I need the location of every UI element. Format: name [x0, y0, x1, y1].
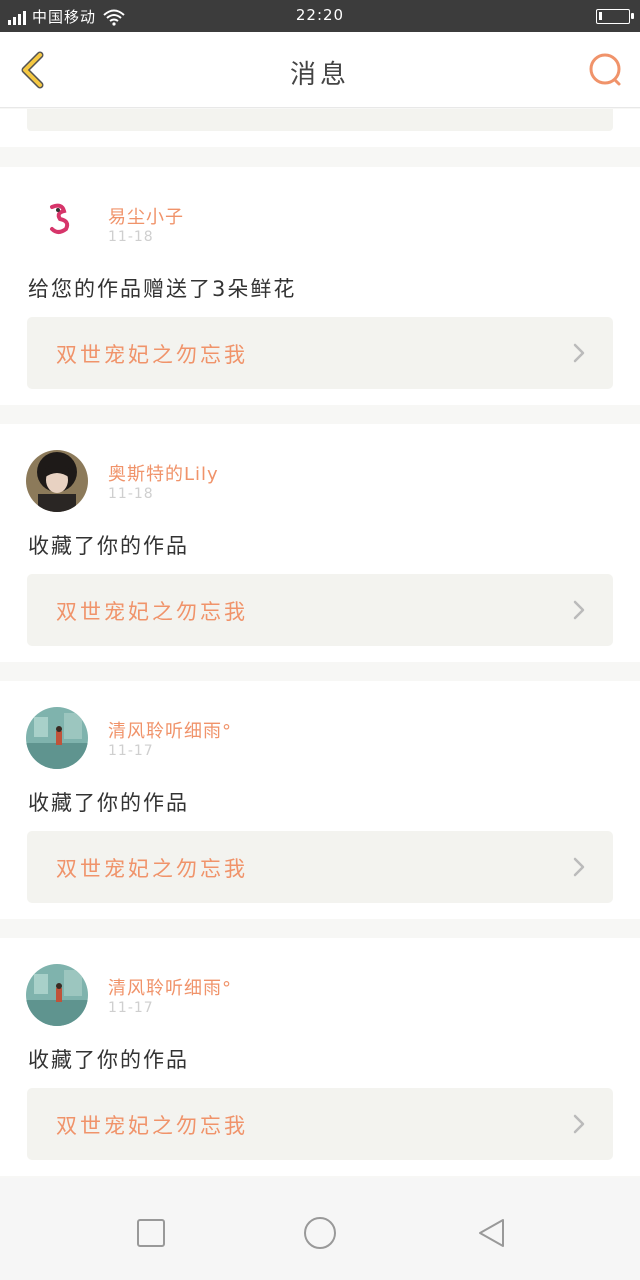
work-title: 双世宠妃之勿忘我 — [56, 343, 248, 367]
nav-bar: 消息 — [0, 32, 640, 108]
avatar[interactable] — [26, 707, 88, 769]
username[interactable]: 清风聆听细雨° — [108, 717, 232, 743]
message-date: 11-17 — [108, 743, 154, 759]
message-card: 易尘小子 11-18 给您的作品赠送了3朵鲜花 双世宠妃之勿忘我 — [0, 167, 640, 405]
avatar[interactable] — [26, 964, 88, 1026]
system-nav-bar — [0, 1178, 640, 1280]
work-link[interactable]: 双世宠妃之勿忘我 — [27, 317, 613, 389]
message-card-partial — [0, 109, 640, 147]
username[interactable]: 清风聆听细雨° — [108, 974, 232, 1000]
avatar[interactable] — [26, 193, 88, 255]
page-title: 消息 — [289, 60, 350, 90]
work-link[interactable]: 双世宠妃之勿忘我 — [27, 574, 613, 646]
chevron-right-icon — [573, 343, 585, 363]
work-title: 双世宠妃之勿忘我 — [56, 600, 248, 624]
status-bar: 中国移动 22:20 — [0, 0, 640, 32]
message-date: 11-18 — [108, 229, 154, 245]
work-title: 双世宠妃之勿忘我 — [56, 857, 248, 881]
avatar[interactable] — [26, 450, 88, 512]
battery-level — [599, 12, 602, 20]
message-text: 给您的作品赠送了3朵鲜花 — [28, 277, 297, 301]
back-triangle-icon[interactable] — [476, 1218, 506, 1248]
chevron-right-icon — [573, 857, 585, 877]
username[interactable]: 易尘小子 — [108, 203, 184, 229]
work-title: 双世宠妃之勿忘我 — [56, 1114, 248, 1138]
recent-apps-icon[interactable] — [136, 1218, 166, 1248]
message-card: 清风聆听细雨° 11-17 收藏了你的作品 双世宠妃之勿忘我 — [0, 681, 640, 919]
chevron-right-icon — [573, 1114, 585, 1134]
status-time: 22:20 — [295, 6, 345, 24]
search-icon[interactable] — [586, 50, 626, 90]
message-list[interactable]: 易尘小子 11-18 给您的作品赠送了3朵鲜花 双世宠妃之勿忘我 奥斯特的Lil… — [0, 109, 640, 1177]
work-link-partial[interactable] — [27, 109, 613, 131]
work-link[interactable]: 双世宠妃之勿忘我 — [27, 831, 613, 903]
message-text: 收藏了你的作品 — [28, 791, 189, 815]
home-icon[interactable] — [303, 1216, 337, 1250]
work-link[interactable]: 双世宠妃之勿忘我 — [27, 1088, 613, 1160]
chevron-right-icon — [573, 600, 585, 620]
message-card: 清风聆听细雨° 11-17 收藏了你的作品 双世宠妃之勿忘我 — [0, 938, 640, 1176]
username[interactable]: 奥斯特的Lily — [108, 460, 219, 486]
message-date: 11-17 — [108, 1000, 154, 1016]
message-card: 奥斯特的Lily 11-18 收藏了你的作品 双世宠妃之勿忘我 — [0, 424, 640, 662]
battery-icon — [596, 9, 634, 24]
message-date: 11-18 — [108, 486, 154, 502]
message-text: 收藏了你的作品 — [28, 534, 189, 558]
message-text: 收藏了你的作品 — [28, 1048, 189, 1072]
